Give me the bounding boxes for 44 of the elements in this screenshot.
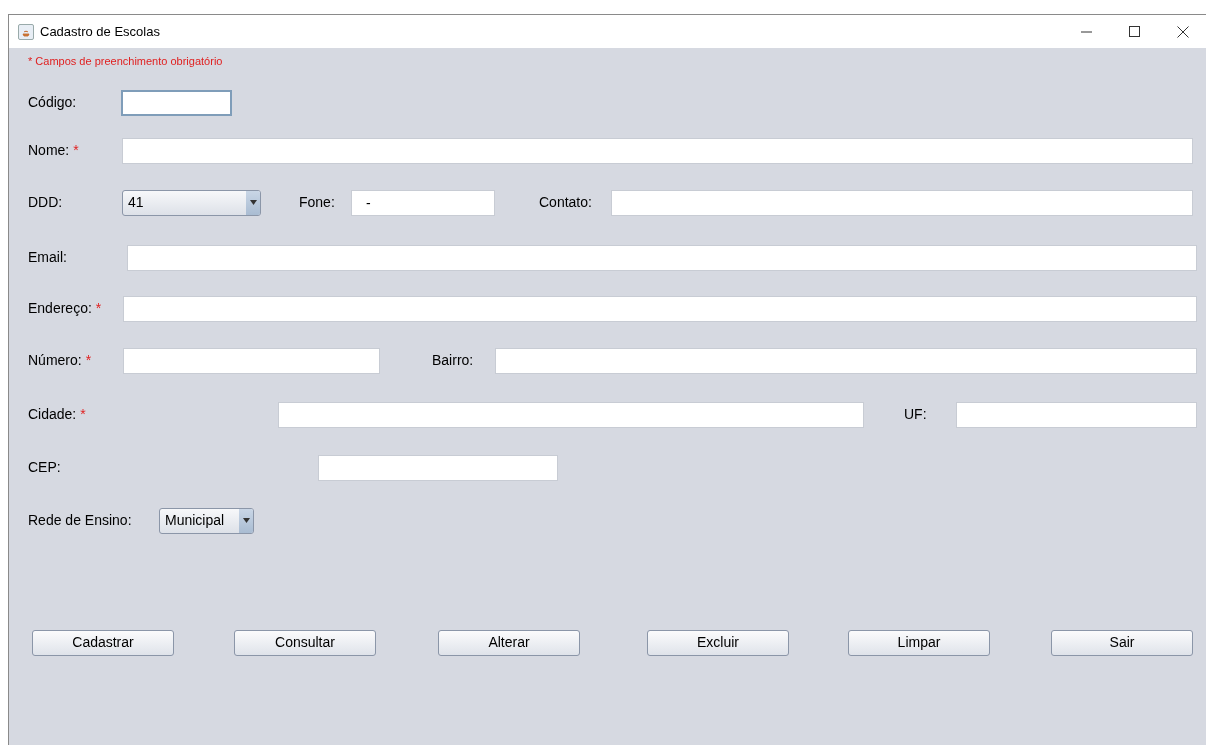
- app-icon: [18, 23, 34, 40]
- action-button[interactable]: Limpar: [848, 629, 990, 656]
- field-label: UF:: [904, 406, 927, 422]
- field-label: Endereço:: [28, 300, 92, 316]
- text-field[interactable]: [495, 347, 1197, 374]
- required-fields-note: * Campos de preenchimento obrigatório: [28, 54, 223, 69]
- text-field[interactable]: [121, 89, 232, 116]
- dropdown-value: 41: [127, 193, 145, 212]
- action-button[interactable]: Consultar: [234, 629, 376, 656]
- text-field[interactable]: -: [351, 189, 495, 216]
- text-field[interactable]: [956, 401, 1197, 428]
- text-field[interactable]: [123, 295, 1197, 322]
- field-label: Rede de Ensino:: [28, 512, 132, 528]
- required-marker: *: [95, 300, 102, 316]
- text-field[interactable]: [611, 189, 1193, 216]
- field-label: Cidade:: [28, 406, 77, 422]
- field-label: Nome:: [28, 142, 70, 158]
- minimize-icon: [1081, 30, 1093, 33]
- field-label: DDD:: [28, 194, 63, 210]
- required-marker: *: [73, 142, 79, 158]
- field-label: Número:: [28, 352, 82, 368]
- text-field[interactable]: [278, 401, 864, 428]
- window-title: Cadastro de Escolas: [40, 22, 160, 41]
- dropdown[interactable]: Municipal: [159, 507, 254, 534]
- maximize-icon: [1129, 25, 1141, 38]
- close-icon: [1177, 25, 1189, 38]
- text-field[interactable]: [122, 137, 1193, 164]
- field-label: Fone:: [299, 194, 335, 210]
- dropdown[interactable]: 41: [122, 189, 261, 216]
- text-field[interactable]: [123, 347, 380, 374]
- text-field[interactable]: [127, 244, 1197, 271]
- action-button[interactable]: Alterar: [438, 629, 580, 656]
- field-label: Código:: [28, 94, 77, 110]
- field-label: Email:: [28, 249, 67, 265]
- text-field[interactable]: [318, 454, 558, 481]
- action-button[interactable]: Sair: [1051, 629, 1193, 656]
- field-label: CEP:: [28, 459, 61, 475]
- dropdown-value: Municipal: [164, 511, 226, 530]
- required-marker: *: [85, 352, 92, 368]
- field-label: Contato:: [539, 194, 592, 210]
- action-button[interactable]: Excluir: [647, 629, 789, 656]
- action-button[interactable]: Cadastrar: [32, 629, 174, 656]
- required-marker: *: [80, 406, 86, 422]
- field-label: Bairro:: [432, 352, 474, 368]
